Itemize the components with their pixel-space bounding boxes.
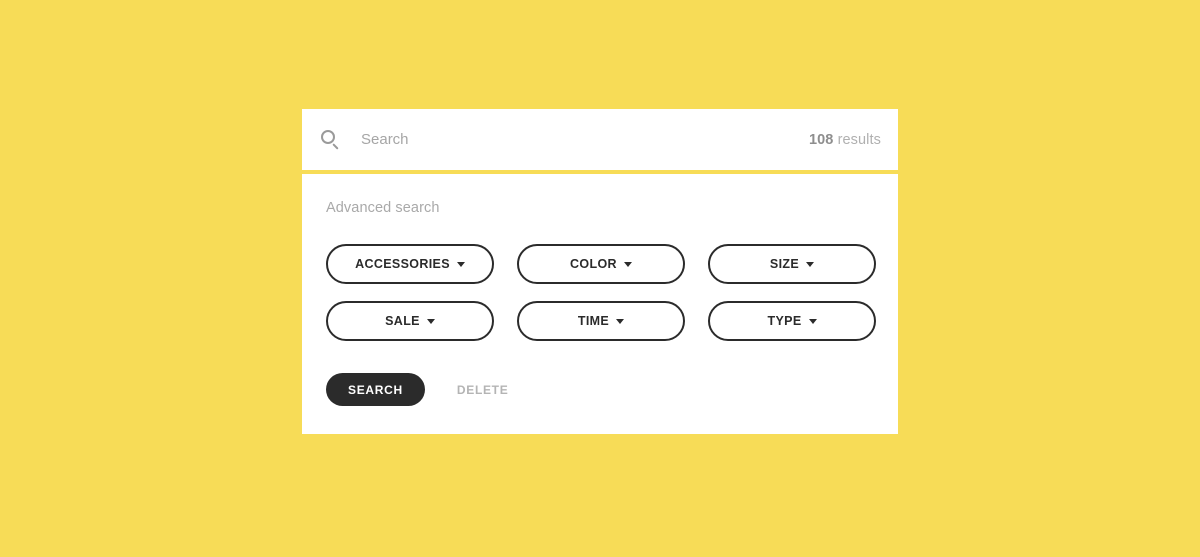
filter-color[interactable]: COLOR xyxy=(517,244,685,284)
results-count: 108 results xyxy=(809,132,881,148)
search-icon xyxy=(321,129,341,150)
action-bar: SEARCH DELETE xyxy=(326,373,874,406)
search-button[interactable]: SEARCH xyxy=(326,373,425,406)
filter-label: ACCESSORIES xyxy=(355,257,450,271)
filter-label: SALE xyxy=(385,314,420,328)
search-bar: 108 results xyxy=(302,109,898,170)
filter-sale[interactable]: SALE xyxy=(326,301,494,341)
advanced-search-title: Advanced search xyxy=(326,200,440,216)
chevron-down-icon xyxy=(623,261,632,267)
filter-label: TYPE xyxy=(767,314,802,328)
advanced-search-panel: Advanced search ACCESSORIES COLOR SIZE S… xyxy=(302,174,898,434)
chevron-down-icon xyxy=(426,318,435,324)
chevron-down-icon xyxy=(806,261,815,267)
delete-button[interactable]: DELETE xyxy=(453,377,513,403)
results-count-label: results xyxy=(837,131,881,148)
chevron-down-icon xyxy=(456,261,465,267)
filter-grid: ACCESSORIES COLOR SIZE SALE TIME TYPE xyxy=(326,244,876,341)
filter-type[interactable]: TYPE xyxy=(708,301,876,341)
search-input[interactable] xyxy=(361,109,809,170)
filter-label: TIME xyxy=(577,314,610,328)
results-count-number: 108 xyxy=(808,131,834,148)
filter-accessories[interactable]: ACCESSORIES xyxy=(326,244,494,284)
advanced-search-widget: 108 results Advanced search ACCESSORIES … xyxy=(302,109,898,434)
chevron-down-icon xyxy=(808,318,817,324)
filter-label: SIZE xyxy=(769,257,800,271)
filter-label: COLOR xyxy=(570,257,617,271)
filter-time[interactable]: TIME xyxy=(517,301,685,341)
filter-size[interactable]: SIZE xyxy=(708,244,876,284)
chevron-down-icon xyxy=(616,318,625,324)
